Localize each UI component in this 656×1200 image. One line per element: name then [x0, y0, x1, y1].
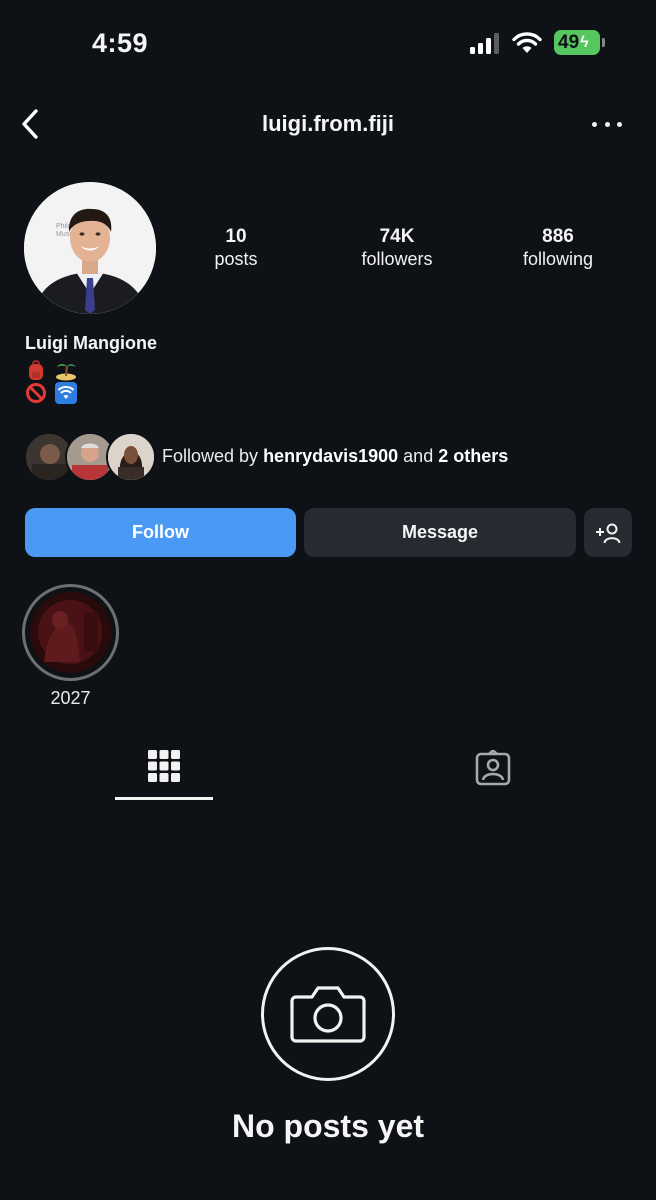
mutual-followers-avatars[interactable] — [24, 432, 156, 482]
following-label: following — [522, 249, 594, 269]
battery-icon: 49 ϟ — [554, 30, 605, 55]
suggested-users-button[interactable] — [584, 508, 632, 557]
stat-following[interactable]: 886 following — [493, 226, 623, 270]
empty-state-message: No posts yet — [231, 1108, 425, 1144]
followed-by-others[interactable]: 2 others — [438, 446, 508, 466]
profile-avatar[interactable]: Phila Muse — [24, 182, 156, 314]
followers-label: followers — [361, 249, 433, 269]
battery-level: 49 — [558, 31, 580, 53]
desert-island-icon — [56, 364, 77, 381]
camera-icon — [290, 986, 366, 1043]
wifi-signal-icon — [55, 381, 78, 404]
highlight-cover — [30, 592, 111, 673]
followed-by-text[interactable]: Followed by henrydavis1900 and 2 others — [162, 446, 508, 467]
profile-username: luigi.from.fiji — [262, 111, 394, 136]
display-name: Luigi Mangione — [25, 333, 157, 353]
posts-label: posts — [214, 249, 258, 269]
grid-icon — [148, 750, 180, 782]
add-person-icon — [596, 523, 621, 543]
avatar — [106, 432, 156, 482]
stat-posts[interactable]: 10 posts — [171, 226, 301, 270]
posts-count: 10 — [225, 226, 247, 247]
followed-by-user[interactable]: henrydavis1900 — [263, 446, 398, 466]
status-icons: 49 ϟ — [470, 30, 605, 55]
signal-icon — [470, 32, 499, 54]
message-button[interactable]: Message — [304, 508, 576, 557]
profile-screen: 4:59 49 ϟ luigi.from.fiji Phila Muse 10 … — [0, 0, 656, 1200]
ellipsis-icon — [592, 121, 597, 127]
following-count: 886 — [542, 226, 574, 247]
more-options-button[interactable] — [592, 114, 622, 134]
active-tab-indicator — [115, 797, 213, 800]
backpack-icon — [29, 359, 43, 380]
followers-count: 74K — [379, 226, 415, 247]
highlight-label: 2027 — [50, 688, 91, 708]
empty-state-camera — [261, 947, 395, 1081]
story-highlight[interactable] — [22, 584, 119, 681]
stat-followers[interactable]: 74K followers — [332, 226, 462, 270]
tab-tagged[interactable] — [443, 744, 543, 800]
tab-posts-grid[interactable] — [114, 744, 214, 800]
prohibited-icon — [26, 382, 46, 403]
status-time: 4:59 — [92, 28, 149, 58]
tagged-person-icon — [475, 750, 511, 786]
follow-button[interactable]: Follow — [25, 508, 296, 557]
bio — [25, 358, 80, 404]
wifi-icon — [512, 31, 542, 53]
